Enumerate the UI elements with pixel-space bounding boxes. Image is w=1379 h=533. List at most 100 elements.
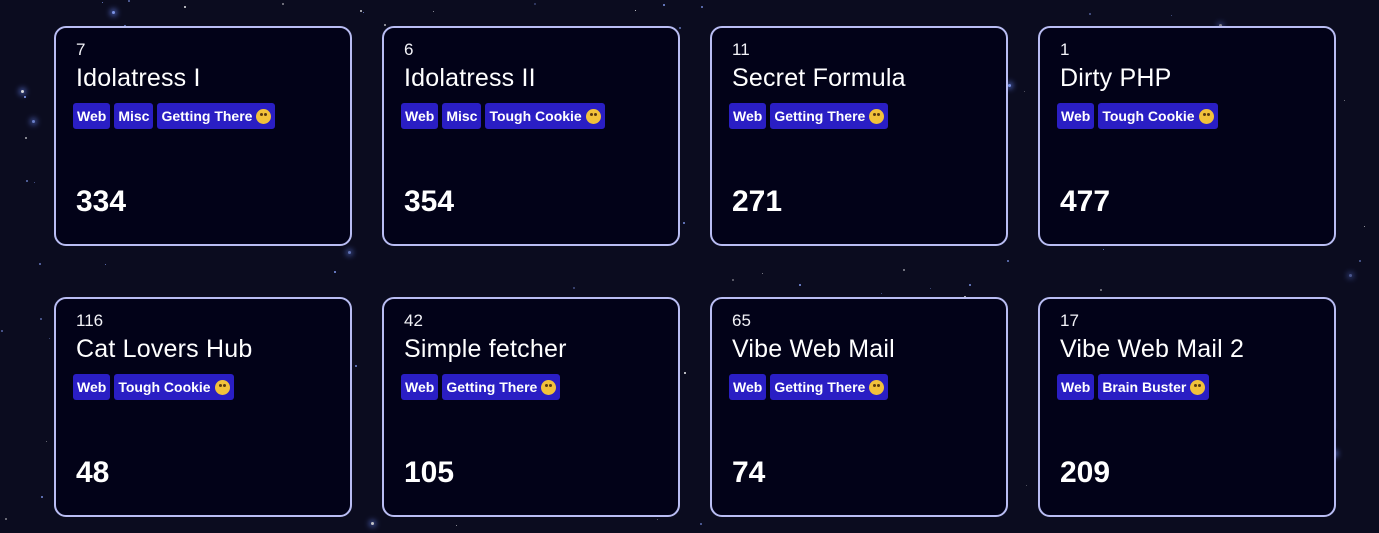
star	[25, 137, 27, 139]
challenge-title: Dirty PHP	[1060, 64, 1172, 92]
solve-count: 65	[732, 311, 751, 330]
solve-count: 42	[404, 311, 423, 330]
category-tag: Web	[729, 374, 767, 400]
star	[128, 0, 130, 2]
category-tag: Web	[729, 103, 767, 129]
star	[40, 318, 42, 320]
tag-list: Web Brain Buster	[1057, 374, 1314, 400]
difficulty-tag: Tough Cookie	[1098, 103, 1218, 129]
solve-count: 11	[732, 40, 750, 59]
solve-count: 17	[1060, 311, 1079, 330]
tag-list: Web Getting There	[729, 103, 986, 129]
category-tag: Web	[73, 103, 111, 129]
star	[1, 330, 3, 332]
solve-count: 116	[76, 311, 104, 330]
challenge-card[interactable]: 6 Idolatress II Web Misc Tough Cookie 35…	[382, 26, 680, 246]
tag-list: Web Tough Cookie	[73, 374, 330, 400]
star	[49, 338, 50, 339]
challenge-points: 334	[76, 185, 127, 218]
solve-count: 7	[76, 40, 86, 59]
star	[700, 523, 702, 525]
difficulty-label: Tough Cookie	[489, 108, 582, 124]
difficulty-tag: Getting There	[442, 374, 561, 400]
challenge-card[interactable]: 1 Dirty PHP Web Tough Cookie 477	[1038, 26, 1336, 246]
challenge-title: Idolatress I	[76, 64, 201, 92]
difficulty-label: Brain Buster	[1102, 379, 1187, 395]
star	[32, 120, 35, 123]
challenge-card[interactable]: 42 Simple fetcher Web Getting There 105	[382, 297, 680, 517]
challenge-card[interactable]: 17 Vibe Web Mail 2 Web Brain Buster 209	[1038, 297, 1336, 517]
challenge-points: 105	[404, 456, 455, 489]
difficulty-label: Tough Cookie	[118, 379, 211, 395]
star	[21, 90, 24, 93]
star	[433, 11, 434, 12]
star	[1349, 274, 1352, 277]
star	[34, 182, 35, 183]
difficulty-tag: Tough Cookie	[114, 374, 234, 400]
solve-count: 6	[404, 40, 414, 59]
challenge-card[interactable]: 7 Idolatress I Web Misc Getting There 33…	[54, 26, 352, 246]
star	[184, 6, 186, 8]
star	[39, 263, 41, 265]
challenge-points: 271	[732, 185, 783, 218]
tag-list: Web Getting There	[401, 374, 658, 400]
star	[112, 11, 115, 14]
star	[456, 525, 457, 526]
nerd-face-icon	[541, 380, 557, 395]
challenge-title: Idolatress II	[404, 64, 536, 92]
nerd-face-icon	[869, 109, 885, 124]
nerd-face-icon	[869, 380, 885, 395]
difficulty-label: Tough Cookie	[1102, 108, 1195, 124]
pleading-face-icon	[585, 109, 601, 124]
challenge-grid: 7 Idolatress I Web Misc Getting There 33…	[54, 26, 1337, 517]
challenge-points: 354	[404, 185, 455, 218]
challenge-card[interactable]: 116 Cat Lovers Hub Web Tough Cookie 48	[54, 297, 352, 517]
star	[663, 4, 665, 6]
category-tag: Web	[401, 374, 439, 400]
star	[26, 180, 28, 182]
star	[102, 2, 103, 3]
difficulty-tag: Getting There	[770, 374, 889, 400]
star	[701, 6, 703, 8]
tag-list: Web Tough Cookie	[1057, 103, 1314, 129]
category-tag: Misc	[114, 103, 154, 129]
star	[360, 10, 362, 12]
challenge-title: Simple fetcher	[404, 335, 567, 363]
tag-list: Web Misc Tough Cookie	[401, 103, 658, 129]
star	[46, 441, 47, 442]
solve-count: 1	[1060, 40, 1070, 59]
challenge-points: 48	[76, 456, 110, 489]
challenge-title: Cat Lovers Hub	[76, 335, 253, 363]
star	[534, 3, 536, 5]
category-tag: Web	[73, 374, 111, 400]
difficulty-label: Getting There	[774, 379, 866, 395]
star	[282, 3, 284, 5]
challenge-card[interactable]: 11 Secret Formula Web Getting There 271	[710, 26, 1008, 246]
challenge-points: 209	[1060, 456, 1111, 489]
difficulty-label: Getting There	[446, 379, 538, 395]
star	[24, 96, 26, 98]
star	[1344, 100, 1345, 101]
difficulty-label: Getting There	[774, 108, 866, 124]
challenge-title: Vibe Web Mail	[732, 335, 895, 363]
category-tag: Web	[1057, 103, 1095, 129]
difficulty-label: Getting There	[161, 108, 253, 124]
challenge-points: 477	[1060, 185, 1111, 218]
challenge-card[interactable]: 65 Vibe Web Mail Web Getting There 74	[710, 297, 1008, 517]
tag-list: Web Getting There	[729, 374, 986, 400]
star	[1364, 226, 1365, 227]
tag-list: Web Misc Getting There	[73, 103, 330, 129]
challenge-title: Vibe Web Mail 2	[1060, 335, 1245, 363]
nerd-face-icon	[256, 109, 272, 124]
pleading-face-icon	[214, 380, 230, 395]
star	[1089, 13, 1091, 15]
star	[5, 518, 7, 520]
star	[1359, 260, 1361, 262]
difficulty-tag: Brain Buster	[1098, 374, 1210, 400]
star	[1171, 15, 1172, 16]
category-tag: Misc	[442, 103, 482, 129]
star	[371, 522, 374, 525]
difficulty-tag: Getting There	[157, 103, 276, 129]
star	[635, 10, 636, 11]
difficulty-tag: Tough Cookie	[485, 103, 605, 129]
